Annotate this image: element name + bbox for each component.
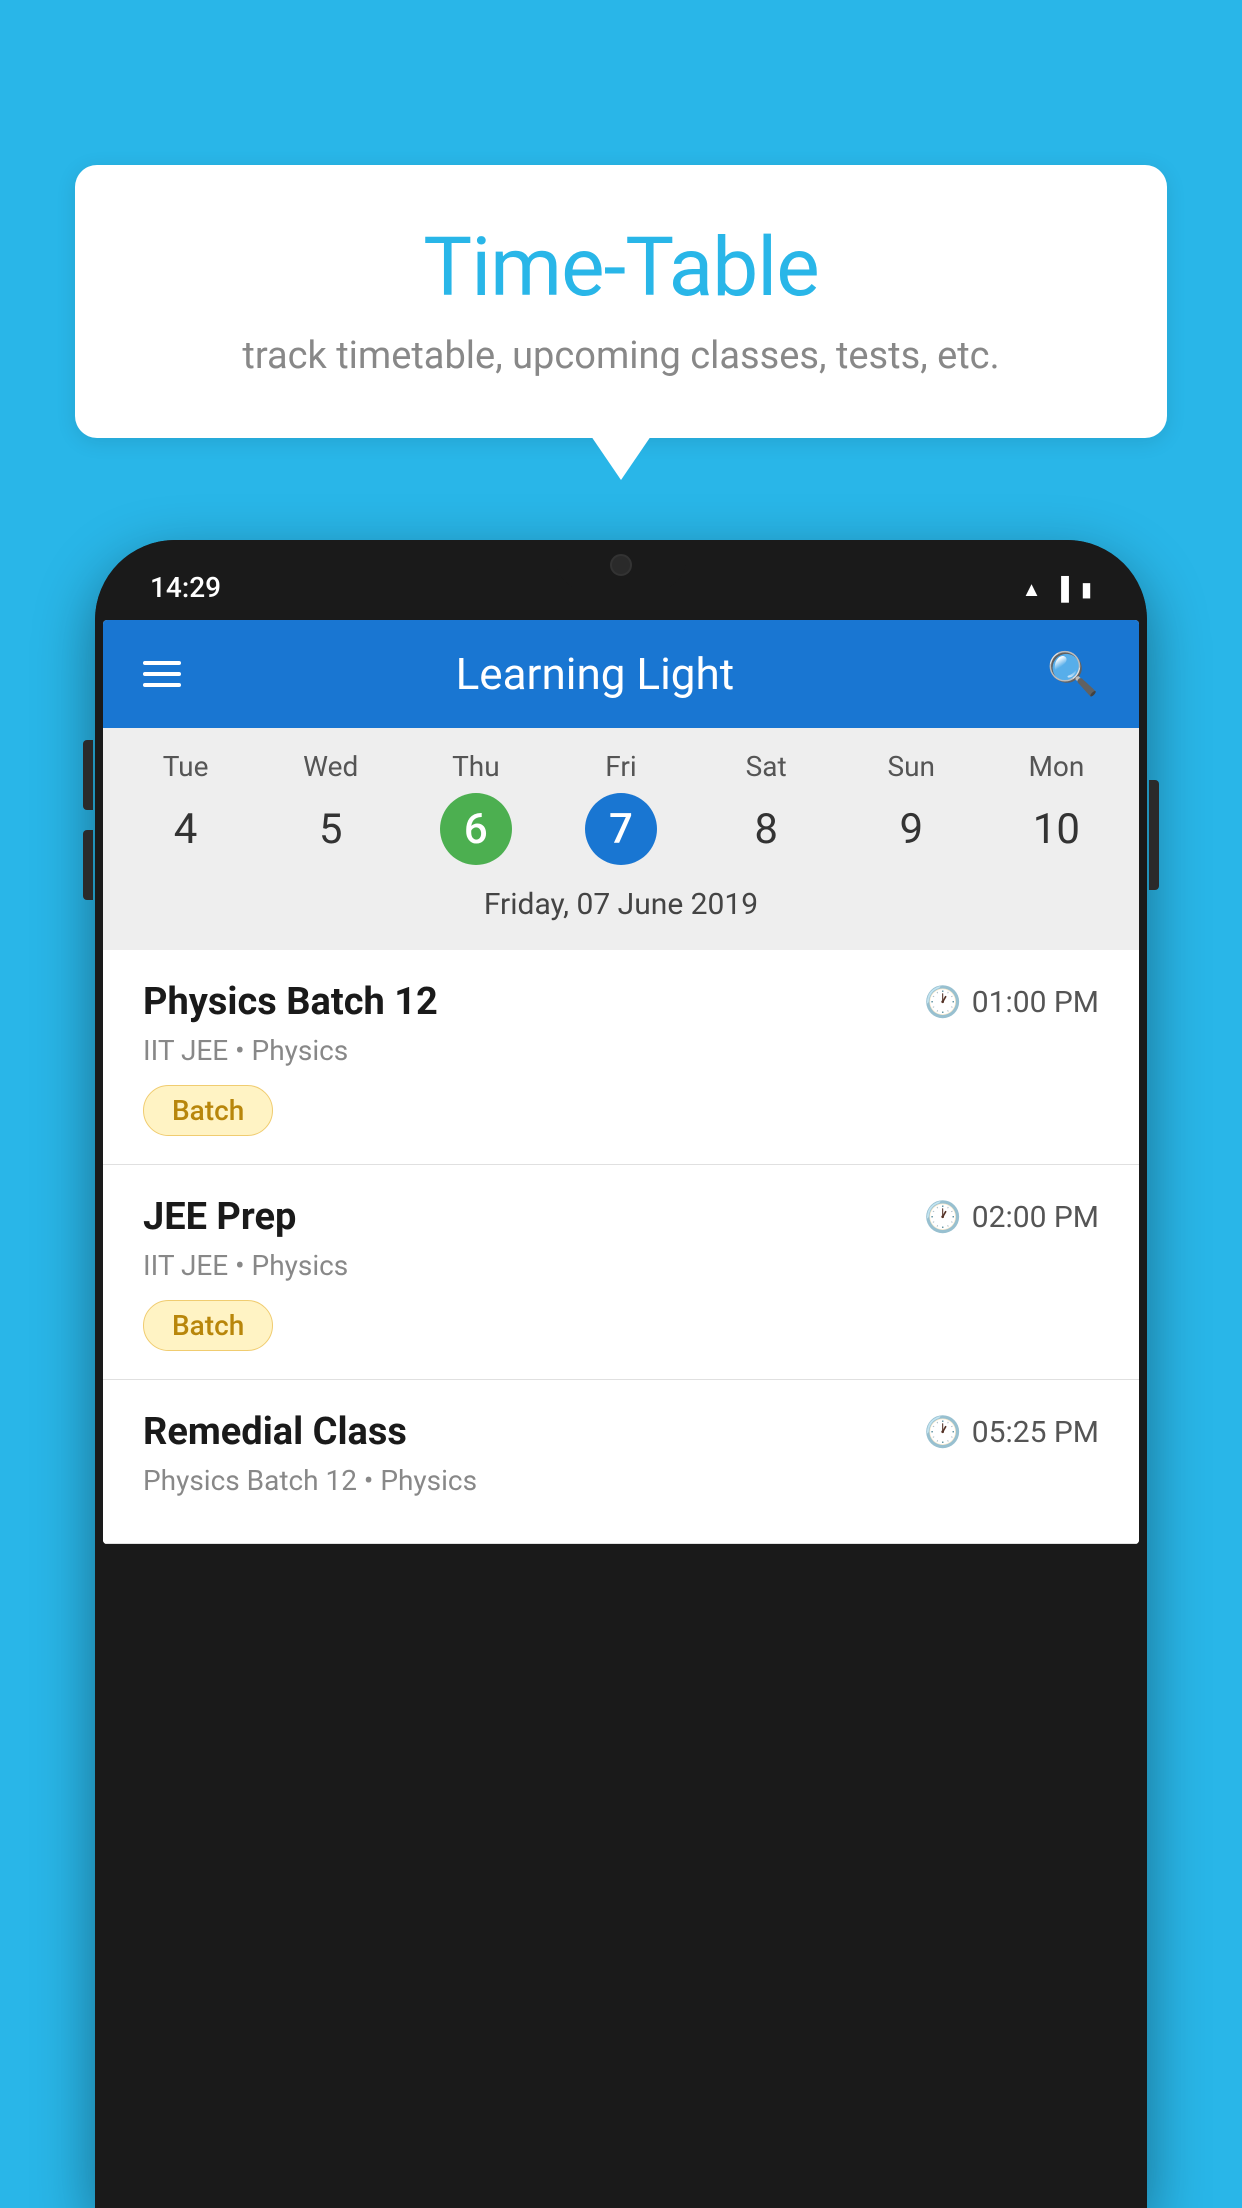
day-label-tue: Tue xyxy=(113,750,258,783)
schedule-item-header-1: Physics Batch 12 🕐 01:00 PM xyxy=(143,980,1099,1024)
schedule-subtitle-1: IIT JEE • Physics xyxy=(143,1034,1099,1067)
day-4[interactable]: 4 xyxy=(150,793,222,865)
schedule-title-3: Remedial Class xyxy=(143,1410,407,1454)
day-label-wed: Wed xyxy=(258,750,403,783)
status-time: 14:29 xyxy=(150,571,221,604)
day-7-selected[interactable]: 7 xyxy=(585,793,657,865)
day-label-fri: Fri xyxy=(548,750,693,783)
signal-icon xyxy=(1053,574,1069,602)
schedule-title-2: JEE Prep xyxy=(143,1195,296,1239)
schedule-item-jee-prep[interactable]: JEE Prep 🕐 02:00 PM IIT JEE • Physics Ba… xyxy=(103,1165,1139,1380)
schedule-time-2: 🕐 02:00 PM xyxy=(924,1200,1099,1235)
speech-bubble: Time-Table track timetable, upcoming cla… xyxy=(75,165,1167,438)
clock-icon-1: 🕐 xyxy=(924,985,961,1020)
schedule-item-header-3: Remedial Class 🕐 05:25 PM xyxy=(143,1410,1099,1454)
schedule-time-value-3: 05:25 PM xyxy=(972,1415,1099,1450)
schedule-subtitle-2: IIT JEE • Physics xyxy=(143,1249,1099,1282)
selected-date-label: Friday, 07 June 2019 xyxy=(113,879,1129,940)
day-label-thu: Thu xyxy=(403,750,548,783)
day-8[interactable]: 8 xyxy=(730,793,802,865)
day-10[interactable]: 10 xyxy=(1020,793,1092,865)
volume-up-button[interactable] xyxy=(83,740,93,810)
day-numbers: 4 5 6 7 8 9 10 xyxy=(113,793,1129,865)
phone-frame: 14:29 Learning Light 🔍 Tue Wed xyxy=(95,540,1147,2208)
status-icons xyxy=(1022,574,1092,602)
schedule-item-physics-batch-12[interactable]: Physics Batch 12 🕐 01:00 PM IIT JEE • Ph… xyxy=(103,950,1139,1165)
batch-tag-1: Batch xyxy=(143,1085,273,1136)
bubble-title: Time-Table xyxy=(135,220,1107,316)
speech-bubble-container: Time-Table track timetable, upcoming cla… xyxy=(75,165,1167,438)
schedule-time-value-2: 02:00 PM xyxy=(972,1200,1099,1235)
schedule-item-remedial-class[interactable]: Remedial Class 🕐 05:25 PM Physics Batch … xyxy=(103,1380,1139,1544)
clock-icon-2: 🕐 xyxy=(924,1200,961,1235)
schedule-time-value-1: 01:00 PM xyxy=(972,985,1099,1020)
day-label-mon: Mon xyxy=(984,750,1129,783)
volume-down-button[interactable] xyxy=(83,830,93,900)
day-label-sun: Sun xyxy=(839,750,984,783)
calendar-strip: Tue Wed Thu Fri Sat Sun Mon 4 5 6 7 8 9 … xyxy=(103,728,1139,950)
app-header: Learning Light 🔍 xyxy=(103,620,1139,728)
schedule-time-3: 🕐 05:25 PM xyxy=(924,1415,1099,1450)
day-label-sat: Sat xyxy=(694,750,839,783)
app-title: Learning Light xyxy=(143,648,1047,700)
day-9[interactable]: 9 xyxy=(875,793,947,865)
batch-tag-2: Batch xyxy=(143,1300,273,1351)
schedule-title-1: Physics Batch 12 xyxy=(143,980,438,1024)
search-icon[interactable]: 🔍 xyxy=(1047,650,1099,699)
power-button[interactable] xyxy=(1149,780,1159,890)
schedule-item-header-2: JEE Prep 🕐 02:00 PM xyxy=(143,1195,1099,1239)
wifi-icon xyxy=(1022,574,1042,602)
schedule-time-1: 🕐 01:00 PM xyxy=(924,985,1099,1020)
schedule-list: Physics Batch 12 🕐 01:00 PM IIT JEE • Ph… xyxy=(103,950,1139,1544)
camera-dot xyxy=(610,554,632,576)
phone-notch xyxy=(556,540,686,590)
bubble-subtitle: track timetable, upcoming classes, tests… xyxy=(135,334,1107,378)
day-5[interactable]: 5 xyxy=(295,793,367,865)
day-headers: Tue Wed Thu Fri Sat Sun Mon xyxy=(113,750,1129,783)
phone-screen: Learning Light 🔍 Tue Wed Thu Fri Sat Sun… xyxy=(103,620,1139,1544)
battery-icon xyxy=(1081,574,1092,602)
phone-top-bar: 14:29 xyxy=(95,540,1147,620)
day-6-today[interactable]: 6 xyxy=(440,793,512,865)
schedule-subtitle-3: Physics Batch 12 • Physics xyxy=(143,1464,1099,1497)
clock-icon-3: 🕐 xyxy=(924,1415,961,1450)
